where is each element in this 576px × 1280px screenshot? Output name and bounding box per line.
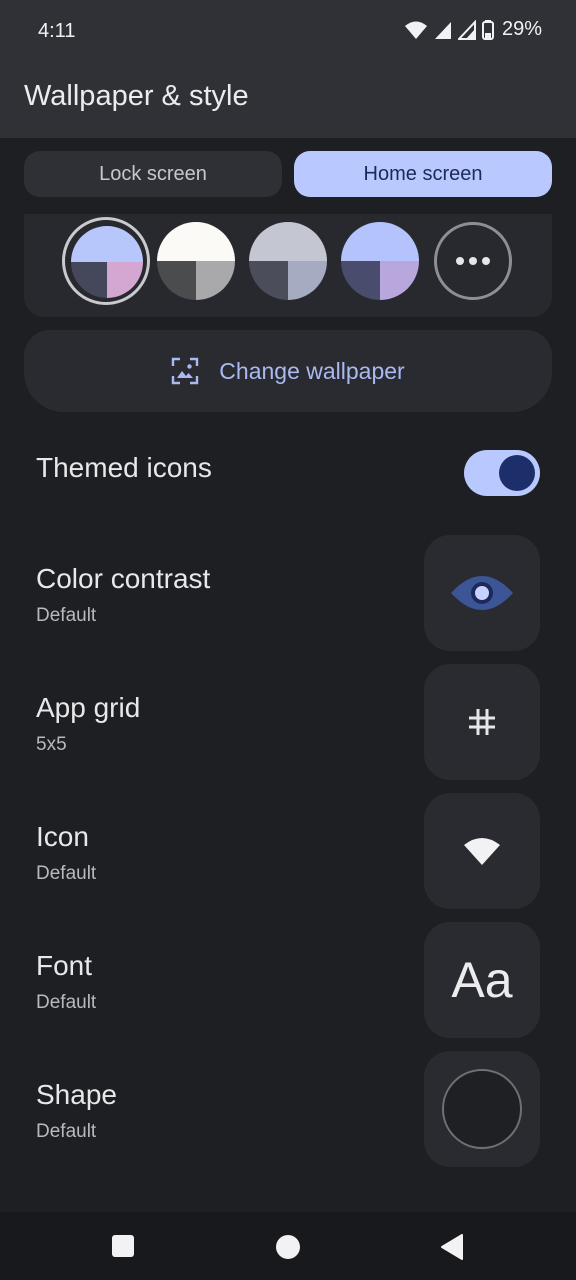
palette-option-3-top [249,222,327,261]
icon-row[interactable]: Icon Default [36,793,540,909]
tab-home-screen-label: Home screen [363,162,483,185]
color-palette-card [24,214,552,317]
color-contrast-row[interactable]: Color contrast Default [36,535,540,651]
home-button[interactable] [275,1234,301,1260]
palette-option-4-top [341,222,419,261]
tab-lock-screen[interactable]: Lock screen [24,151,282,197]
palette-option-2-bottom-right [196,261,235,300]
more-horiz-icon [456,257,490,265]
icon-value: Default [36,863,97,884]
icon-title: Icon [36,821,89,852]
font-tile[interactable]: Aa [424,922,540,1038]
battery-icon [481,19,494,40]
more-palettes-button[interactable] [434,222,512,300]
shape-row[interactable]: Shape Default [36,1051,540,1167]
font-icon: Aa [451,952,513,1008]
change-wallpaper-button[interactable]: Change wallpaper [24,330,552,412]
palette-option-2-top [157,222,235,261]
app-grid-row[interactable]: App grid 5x5 [36,664,540,780]
color-contrast-tile[interactable] [424,535,540,651]
palette-option-1-bottom-left [71,262,107,298]
signal-icon [434,21,451,39]
app-grid-title: App grid [36,692,141,723]
status-bar: 4:11 29% [0,0,576,60]
palette-option-4-bottom-left [341,261,380,300]
status-icons: 29% [404,18,542,41]
circle-shape-icon [442,1069,522,1149]
tab-lock-screen-label: Lock screen [99,162,207,185]
page-title: Wallpaper & style [24,80,249,112]
font-row[interactable]: Font Default Aa [36,922,540,1038]
eye-icon [451,576,513,610]
font-value: Default [36,992,97,1013]
font-title: Font [36,950,93,981]
palette-option-3-bottom-right [288,261,327,300]
palette-option-4[interactable] [341,222,419,300]
toggle-knob [499,455,535,491]
app-bar: Wallpaper & style [0,60,576,138]
app-grid-value: 5x5 [36,734,67,755]
shape-title: Shape [36,1079,117,1110]
change-wallpaper-label: Change wallpaper [219,357,405,384]
shape-value: Default [36,1121,97,1142]
palette-option-2-bottom-left [157,261,196,300]
status-time: 4:11 [38,20,76,42]
battery-level: 29% [501,18,542,40]
wallpaper-icon [172,357,199,385]
tab-home-screen[interactable]: Home screen [294,151,552,197]
palette-option-2[interactable] [157,222,235,300]
icon-style-tile[interactable] [424,793,540,909]
shape-tile[interactable] [424,1051,540,1167]
palette-option-3-bottom-left [249,261,288,300]
navigation-bar [0,1212,576,1280]
palette-option-4-bottom-right [380,261,419,300]
wifi-icon [464,838,500,865]
palette-option-1-bottom-right [107,262,143,298]
palette-option-1-top [71,226,143,262]
palette-option-3[interactable] [249,222,327,300]
palette-option-1[interactable] [71,226,143,298]
color-contrast-title: Color contrast [36,563,211,594]
app-grid-tile[interactable] [424,664,540,780]
signal-icon-2 [457,19,476,40]
recents-button[interactable] [111,1234,135,1258]
back-button[interactable] [440,1234,464,1260]
wifi-status-icon [404,21,427,39]
themed-icons-toggle[interactable] [464,450,540,496]
color-contrast-value: Default [36,605,97,626]
grid-icon [469,709,495,735]
screen-tabs: Lock screen Home screen [24,151,552,197]
themed-icons-row[interactable]: Themed icons [36,450,540,498]
